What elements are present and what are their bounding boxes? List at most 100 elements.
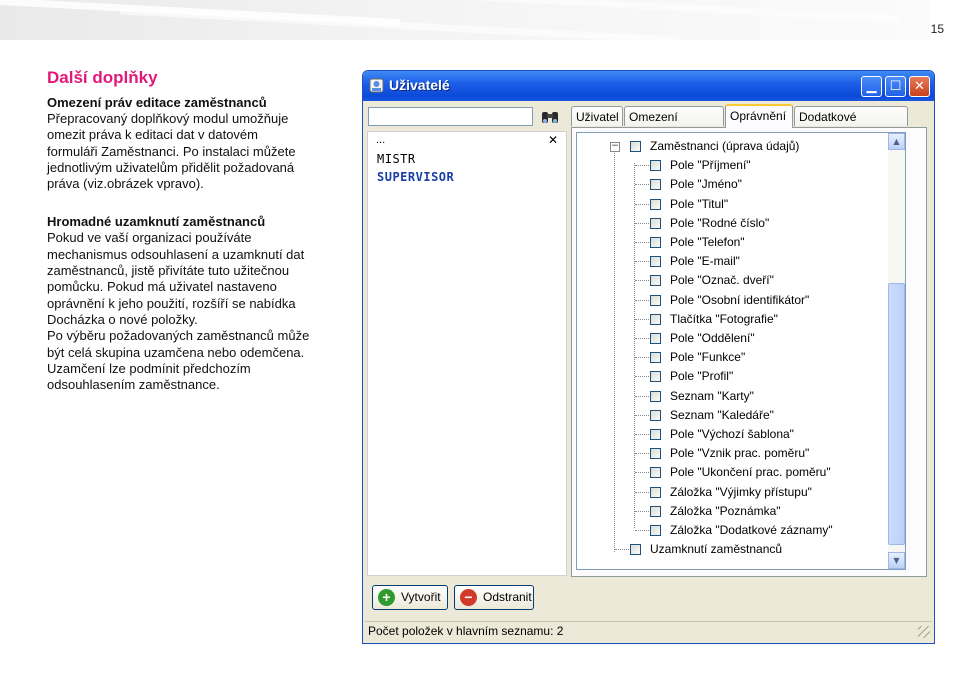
tree-node-permission[interactable]: Záložka "Výjimky přístupu" bbox=[670, 485, 812, 499]
checkbox-permission[interactable] bbox=[650, 294, 661, 306]
tab-permissions[interactable]: Oprávnění bbox=[725, 104, 793, 128]
tree-node-permission[interactable]: Pole "Funkce" bbox=[670, 350, 745, 364]
block2-line: být celá skupina uzamčena nebo odemčena. bbox=[47, 344, 305, 360]
page-number: 15 bbox=[930, 22, 944, 36]
tree-node-permission[interactable]: Pole "Telefon" bbox=[670, 235, 745, 249]
block1-line: jednotlivým uživatelům přidělit požadova… bbox=[47, 159, 295, 175]
checkbox-permission[interactable] bbox=[650, 275, 661, 287]
tree-node-permission[interactable]: Pole "Profil" bbox=[670, 369, 733, 383]
tab-access-restriction[interactable]: Omezení přístupu bbox=[624, 106, 724, 144]
block1-line: formuláři Zaměstnanci. Po instalaci může… bbox=[47, 143, 296, 159]
checkbox-root[interactable] bbox=[630, 141, 641, 152]
checkbox-permission[interactable] bbox=[650, 448, 661, 460]
section-title: Další doplňky bbox=[47, 68, 158, 87]
tree-node-permission[interactable]: Pole "E-mail" bbox=[670, 254, 740, 268]
title-bar[interactable]: Uživatelé ▁ ☐ ✕ bbox=[363, 71, 934, 101]
tab-user[interactable]: Uživatel bbox=[571, 106, 623, 126]
checkbox-permission[interactable] bbox=[650, 486, 661, 498]
tree-line bbox=[635, 434, 649, 435]
tree-line bbox=[635, 472, 649, 474]
scroll-thumb[interactable] bbox=[888, 283, 905, 545]
block2-line: zaměstnanců, jistě přivítáte tuto užiteč… bbox=[47, 263, 290, 279]
window-title: Uživatelé bbox=[389, 77, 450, 93]
checkbox-permission[interactable] bbox=[650, 256, 661, 268]
tree-node-permission[interactable]: Tlačítka "Fotografie" bbox=[670, 312, 778, 326]
checkbox-permission[interactable] bbox=[650, 467, 661, 479]
scroll-up-button[interactable]: ▲ bbox=[888, 133, 905, 150]
block2-line: Docházka o nové položky. bbox=[47, 311, 198, 327]
checkbox-permission[interactable] bbox=[650, 217, 661, 229]
close-button[interactable]: ✕ bbox=[909, 76, 930, 97]
tree-line bbox=[614, 149, 615, 553]
checkbox-permission[interactable] bbox=[650, 371, 661, 383]
permissions-tab-content: ▲ ▼ − Zaměstnanci (úprava údajů) Pole "Pří… bbox=[571, 127, 927, 577]
block1-heading: Omezení práv editace zaměstnanců bbox=[47, 95, 267, 110]
checkbox-permission[interactable] bbox=[650, 525, 661, 536]
scroll-down-button[interactable]: ▼ bbox=[888, 552, 905, 569]
block2-line: pomůcku. Pokud má uživatel nastaveno bbox=[47, 279, 277, 295]
tree-node-permission[interactable]: Pole "Ukončení prac. poměru" bbox=[670, 465, 831, 479]
delete-button[interactable]: − Odstranit bbox=[454, 585, 534, 610]
tree-node-lock[interactable]: Uzamknutí zaměstnanců bbox=[650, 542, 782, 556]
tree-node-permission[interactable]: Pole "Titul" bbox=[670, 197, 728, 211]
tree-node-permission[interactable]: Pole "Osobní identifikátor" bbox=[670, 293, 809, 307]
tree-node-permission[interactable]: Záložka "Poznámka" bbox=[670, 504, 781, 518]
tree-node-permission[interactable]: Seznam "Kaledáře" bbox=[670, 408, 774, 422]
checkbox-permission[interactable] bbox=[650, 313, 661, 325]
tab-additional-records[interactable]: Dodatkové záznamy bbox=[794, 106, 908, 144]
checkbox-permission[interactable] bbox=[650, 237, 661, 248]
tree-line bbox=[635, 376, 649, 378]
block2-line: Pokud ve vaší organizaci používáte bbox=[47, 230, 252, 246]
tree-node-permission[interactable]: Pole "Jméno" bbox=[670, 177, 742, 191]
checkbox-lock[interactable] bbox=[630, 544, 641, 556]
block2-line: oprávnění k jeho použití, rozšíří se nab… bbox=[47, 295, 296, 311]
app-icon bbox=[369, 78, 384, 93]
block1-line: Přepracovaný doplňkový modul umožňuje bbox=[47, 111, 289, 126]
checkbox-permission[interactable] bbox=[650, 198, 661, 210]
list-item-mistr[interactable]: MISTR bbox=[377, 152, 416, 166]
tree-node-permission[interactable]: Pole "Rodné číslo" bbox=[670, 216, 769, 230]
tree-line bbox=[635, 338, 649, 339]
tree-node-permission[interactable]: Pole "Oddělení" bbox=[670, 331, 755, 345]
checkbox-permission[interactable] bbox=[650, 160, 661, 172]
tree-line bbox=[635, 280, 649, 282]
list-item-supervisor[interactable]: SUPERVISOR bbox=[377, 170, 454, 184]
search-input[interactable] bbox=[368, 107, 533, 126]
list-header-text: ... bbox=[376, 134, 386, 146]
tree-node-permission[interactable]: Pole "Výchozí šablona" bbox=[670, 427, 794, 441]
resize-grip-icon[interactable] bbox=[918, 626, 930, 638]
tree-node-permission[interactable]: Pole "Příjmení" bbox=[670, 158, 751, 172]
block2-line: odsouhlasením zaměstnance. bbox=[47, 377, 220, 393]
minimize-button[interactable]: ▁ bbox=[861, 76, 882, 97]
status-bar: Počet položek v hlavním seznamu: 2 bbox=[365, 621, 932, 640]
tree-line bbox=[635, 453, 649, 455]
checkbox-permission[interactable] bbox=[650, 429, 661, 440]
permissions-tree: ▲ ▼ − Zaměstnanci (úprava údajů) Pole "Pří… bbox=[576, 132, 906, 570]
tree-node-permission[interactable]: Seznam "Karty" bbox=[670, 389, 754, 403]
create-button[interactable]: + Vytvořit bbox=[372, 585, 448, 610]
tree-line bbox=[635, 242, 649, 243]
tree-node-permission[interactable]: Záložka "Dodatkové záznamy" bbox=[670, 523, 833, 537]
maximize-button[interactable]: ☐ bbox=[885, 76, 906, 97]
tree-node-permission[interactable]: Pole "Označ. dveří" bbox=[670, 273, 774, 287]
delete-button-label: Odstranit bbox=[483, 590, 532, 604]
tree-line bbox=[635, 184, 649, 186]
checkbox-permission[interactable] bbox=[650, 409, 661, 421]
tree-node-root[interactable]: Zaměstnanci (úprava údajů) bbox=[650, 139, 799, 153]
checkbox-permission[interactable] bbox=[650, 179, 661, 191]
checkbox-permission[interactable] bbox=[650, 352, 661, 364]
tree-node-permission[interactable]: Pole "Vznik prac. poměru" bbox=[670, 446, 809, 460]
clear-filter-icon[interactable]: ✕ bbox=[548, 133, 558, 147]
collapse-icon[interactable]: − bbox=[610, 142, 620, 152]
tree-line bbox=[635, 414, 649, 416]
tree-scrollbar[interactable]: ▲ ▼ bbox=[888, 133, 905, 569]
checkbox-permission[interactable] bbox=[650, 505, 661, 517]
checkbox-permission[interactable] bbox=[650, 390, 661, 402]
list-header: ... ✕ bbox=[368, 132, 566, 152]
tree-line bbox=[635, 165, 649, 167]
find-button[interactable] bbox=[539, 107, 561, 127]
user-list-panel: ... ✕ MISTR SUPERVISOR bbox=[367, 131, 567, 576]
add-icon: + bbox=[378, 589, 395, 606]
create-button-label: Vytvořit bbox=[401, 590, 441, 604]
checkbox-permission[interactable] bbox=[650, 333, 661, 344]
